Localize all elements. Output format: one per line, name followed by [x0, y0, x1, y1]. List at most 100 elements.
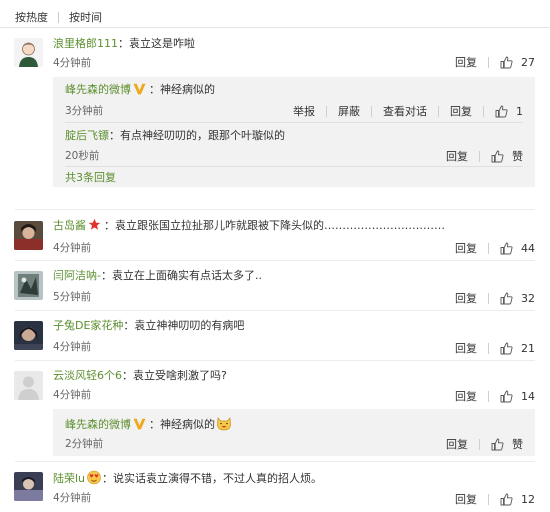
like-button[interactable]: 27 — [500, 56, 535, 69]
comment-text: 浪里格郎111：袁立这是咋啦 — [53, 36, 195, 52]
thumbs-up-icon — [491, 438, 504, 450]
comment-divider — [15, 310, 535, 311]
comment-text: 闫阿洁呐-：袁立在上面确实有点话太多了.. — [53, 268, 262, 284]
username-link[interactable]: 峰先森的微博 — [65, 418, 131, 431]
reply-button[interactable]: 回复 — [455, 54, 477, 70]
replies-box: 峰先森的微博 ：神经病似的 2分钟前 回复 赞 — [53, 409, 535, 456]
reply-button[interactable]: 回复 — [446, 148, 468, 164]
like-button[interactable]: 12 — [500, 493, 535, 506]
thumbs-up-icon — [500, 390, 513, 402]
reply-text: 峰先森的微博 ：神经病似的 — [65, 82, 215, 98]
reply-button[interactable]: 回复 — [455, 388, 477, 404]
comment-body: ：袁立跟张国立拉扯那儿咋就跟被下降头似的…………………………… — [104, 219, 445, 232]
username-link[interactable]: 峰先森的微博 — [65, 83, 131, 96]
block-button[interactable]: 屏蔽 — [338, 103, 360, 119]
username-link[interactable]: 浪里格郎111 — [53, 37, 118, 50]
like-button[interactable]: 1 — [495, 105, 523, 118]
comment-item: 云淡风轻6个6：袁立受啥刺激了吗? 4分钟前 回复 14 峰先森的微博 ：神经病似… — [0, 366, 550, 461]
avatar[interactable] — [14, 221, 43, 250]
comment-body: ：说实话袁立演得不错，不过人真的招人烦。 — [102, 472, 323, 485]
comment-text: 云淡风轻6个6：袁立受啥刺激了吗? — [53, 368, 227, 384]
reply-text: 腚后飞镖：有点神经叨叨的，跟那个叶璇似的 — [65, 128, 285, 144]
username-link[interactable]: 陆荣lu — [53, 472, 85, 485]
comment-text: 陆荣lu ：说实话袁立演得不错，不过人真的招人烦。 — [53, 469, 322, 487]
like-button[interactable]: 赞 — [491, 148, 523, 164]
show-all-replies-link[interactable]: 共3条回复 — [65, 169, 116, 185]
comment-time: 4分钟前 — [53, 389, 92, 401]
comment-divider — [15, 360, 535, 361]
comment-actions: 回复 44 — [455, 240, 535, 256]
like-button[interactable]: 赞 — [491, 436, 523, 452]
heart-face-emoji-icon — [87, 470, 101, 485]
avatar[interactable] — [14, 472, 43, 501]
reply-body: ：神经病似的 — [149, 418, 215, 431]
reply-button[interactable]: 回复 — [450, 103, 472, 119]
comment-actions: 回复 21 — [455, 340, 535, 356]
like-count: 32 — [521, 291, 535, 305]
reply-button[interactable]: 回复 — [455, 491, 477, 507]
tabs-divider — [0, 27, 550, 28]
thumbs-up-icon — [500, 292, 513, 304]
comment-divider — [15, 260, 535, 261]
like-button[interactable]: 21 — [500, 342, 535, 355]
report-button[interactable]: 举报 — [293, 103, 315, 119]
comment-body: ：袁立受啥刺激了吗? — [122, 369, 227, 382]
thumbs-up-icon — [495, 105, 508, 117]
like-button[interactable]: 14 — [500, 390, 535, 403]
reply-button[interactable]: 回复 — [455, 290, 477, 306]
like-button[interactable]: 32 — [500, 292, 535, 305]
comment-item: 闫阿洁呐-：袁立在上面确实有点话太多了.. 5分钟前 回复 32 — [0, 266, 550, 308]
comment-time: 4分钟前 — [53, 492, 92, 504]
username-link[interactable]: 闫阿洁呐- — [53, 269, 101, 282]
username-link[interactable]: 子兔DE家花种 — [53, 319, 123, 332]
like-count: 12 — [521, 492, 535, 506]
comment-actions: 回复 12 — [455, 491, 535, 507]
comment-divider — [15, 209, 535, 210]
comment-item: 浪里格郎111：袁立这是咋啦 4分钟前 回复 27 峰先森的微博 ：神经病似的 3… — [0, 33, 550, 193]
username-link[interactable]: 云淡风轻6个6 — [53, 369, 122, 382]
comment-body: ：袁立在上面确实有点话太多了.. — [100, 269, 262, 282]
smile-cat-emoji-icon — [217, 417, 231, 431]
comment-body: ：袁立这是咋啦 — [118, 37, 195, 50]
comment-body: ：袁立神神叨叨的有病吧 — [123, 319, 245, 332]
avatar[interactable] — [14, 371, 43, 400]
thumbs-up-icon — [500, 56, 513, 68]
comment-actions: 回复 32 — [455, 290, 535, 306]
tab-sort-by-time[interactable]: 按时间 — [69, 9, 102, 25]
reply-button[interactable]: 回复 — [455, 340, 477, 356]
tab-sort-by-hot[interactable]: 按热度 — [15, 9, 48, 25]
reply-time: 3分钟前 — [65, 105, 104, 117]
thumbs-up-icon — [500, 493, 513, 505]
comment-actions: 回复 27 — [455, 54, 535, 70]
comment-time: 4分钟前 — [53, 341, 92, 353]
comment-time: 4分钟前 — [53, 242, 92, 254]
reply-time: 2分钟前 — [65, 438, 104, 450]
username-link[interactable]: 古岛酱 — [53, 219, 86, 232]
like-button[interactable]: 44 — [500, 242, 535, 255]
reply-text: 峰先森的微博 ：神经病似的 — [65, 415, 232, 433]
view-conversation-button[interactable]: 查看对话 — [383, 103, 427, 119]
comment-item: 古岛酱 ：袁立跟张国立拉扯那儿咋就跟被下降头似的…………………………… 4分钟前 … — [0, 216, 550, 258]
thumbs-up-icon — [491, 150, 504, 162]
avatar[interactable] — [14, 38, 43, 67]
comment-divider — [15, 461, 535, 462]
reply-button[interactable]: 回复 — [455, 240, 477, 256]
like-count: 44 — [521, 241, 535, 255]
comment-time: 5分钟前 — [53, 291, 92, 303]
comment-item: 子兔DE家花种：袁立神神叨叨的有病吧 4分钟前 回复 21 — [0, 316, 550, 358]
tab-separator — [58, 11, 59, 23]
comment-time: 4分钟前 — [53, 57, 92, 69]
like-label: 赞 — [512, 150, 523, 163]
vip-v-badge-icon — [133, 418, 146, 430]
avatar[interactable] — [14, 271, 43, 300]
like-count: 1 — [516, 104, 523, 118]
comment-text: 子兔DE家花种：袁立神神叨叨的有病吧 — [53, 318, 244, 334]
like-count: 21 — [521, 341, 535, 355]
reply-button[interactable]: 回复 — [446, 436, 468, 452]
avatar[interactable] — [14, 321, 43, 350]
reply-actions: 回复 赞 — [446, 436, 523, 452]
like-count: 27 — [521, 55, 535, 69]
replies-box: 峰先森的微博 ：神经病似的 3分钟前 举报 屏蔽 查看对话 回复 1 腚后飞镖：有… — [53, 77, 535, 187]
username-link[interactable]: 腚后飞镖 — [65, 129, 109, 142]
comment-text: 古岛酱 ：袁立跟张国立拉扯那儿咋就跟被下降头似的…………………………… — [53, 218, 445, 234]
